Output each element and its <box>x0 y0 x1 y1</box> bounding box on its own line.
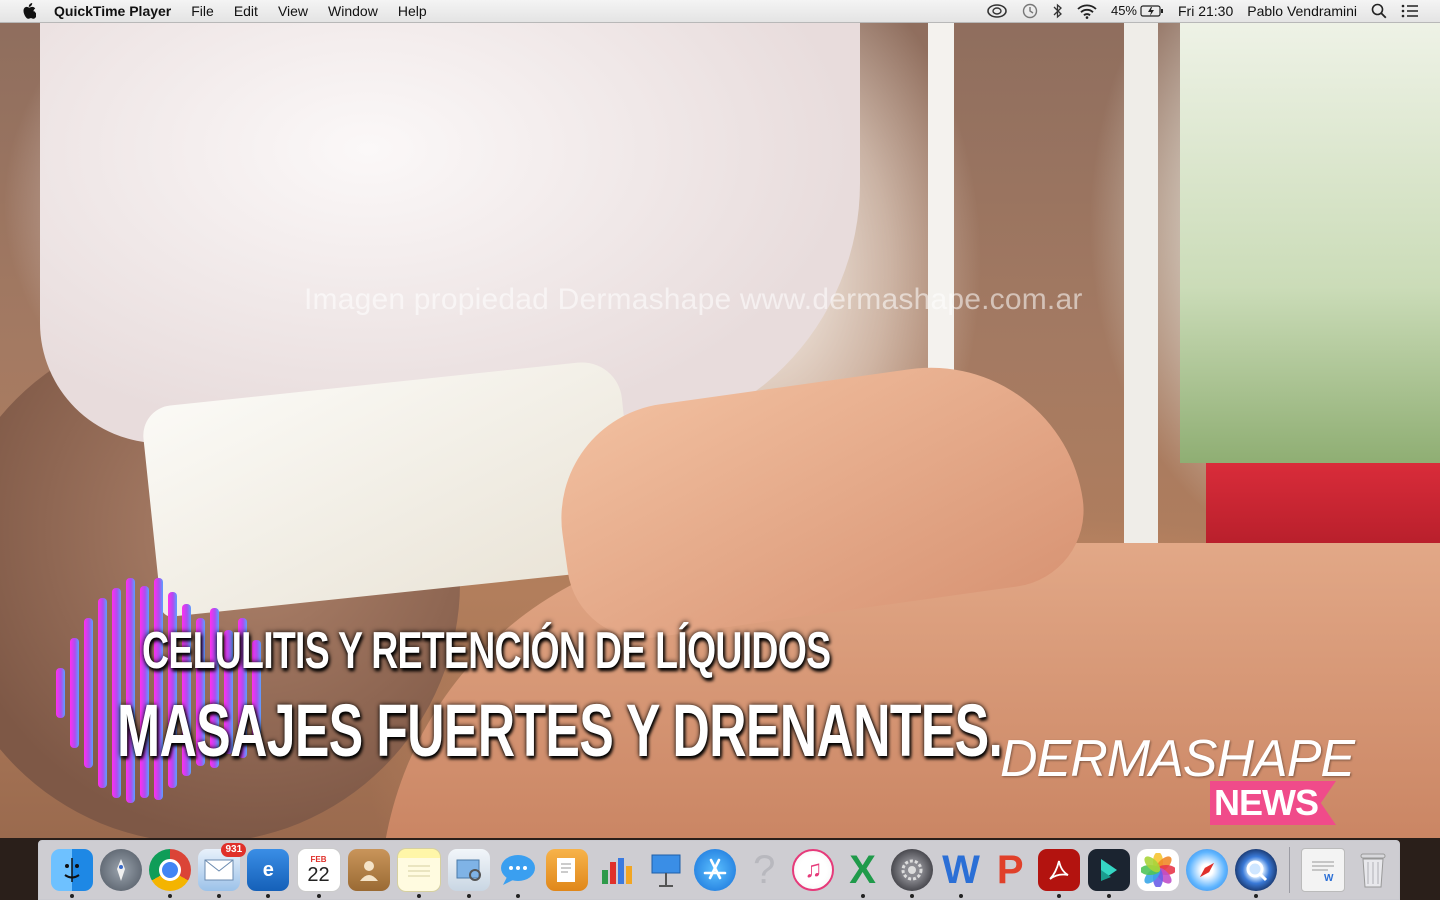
messages-icon[interactable] <box>497 849 539 898</box>
calendar-month: FEB <box>310 854 327 864</box>
mail-icon[interactable]: 931 <box>198 843 247 898</box>
menu-view[interactable]: View <box>268 0 318 22</box>
menu-app-name[interactable]: QuickTime Player <box>54 0 181 22</box>
excel-label: X <box>849 847 876 892</box>
menu-window[interactable]: Window <box>318 0 388 22</box>
word-icon[interactable]: W <box>940 847 982 898</box>
spotlight-search-icon[interactable] <box>1364 0 1394 22</box>
user-name[interactable]: Pablo Vendramini <box>1240 0 1364 22</box>
creative-cloud-icon[interactable] <box>980 0 1014 22</box>
word-label: W <box>942 847 980 892</box>
svg-text:W: W <box>1324 873 1334 883</box>
mail-badge: 931 <box>221 843 247 857</box>
preview-icon[interactable] <box>448 849 491 898</box>
contacts-icon[interactable] <box>347 849 390 891</box>
dermashape-news-logo: DERMASHAPE NEWS <box>1000 729 1360 829</box>
outlook-icon[interactable]: e <box>247 849 290 898</box>
battery-icon[interactable] <box>1140 0 1171 22</box>
quicktime-icon[interactable] <box>1235 849 1278 898</box>
pages-icon[interactable] <box>546 849 589 891</box>
app-store-icon[interactable] <box>694 849 737 891</box>
acrobat-icon[interactable] <box>1038 849 1081 898</box>
launchpad-icon[interactable] <box>99 849 142 891</box>
powerpoint-label: P <box>996 847 1024 892</box>
clock[interactable]: Fri 21:30 <box>1171 0 1240 22</box>
video-watermark: Imagen propiedad Dermashape www.dermasha… <box>304 283 1083 316</box>
safari-icon[interactable] <box>1185 849 1228 891</box>
powerpoint-icon[interactable]: P <box>989 847 1031 892</box>
brand-name: DERMASHAPE <box>1000 730 1355 788</box>
wifi-icon[interactable] <box>1070 0 1104 22</box>
trash-icon[interactable] <box>1352 849 1394 891</box>
brand-tag: NEWS <box>1210 781 1336 825</box>
question-mark-icon[interactable]: ? <box>743 847 785 892</box>
calendar-icon[interactable]: FEB 22 <box>296 848 341 898</box>
word-document-icon[interactable]: W <box>1301 848 1346 892</box>
menu-file[interactable]: File <box>181 0 224 22</box>
notification-center-icon[interactable] <box>1394 0 1426 22</box>
question-mark-label: ? <box>753 847 776 892</box>
chrome-icon[interactable] <box>148 849 191 898</box>
apple-icon[interactable] <box>18 0 40 22</box>
battery-percent: 45% <box>1110 3 1137 18</box>
video-title-main: MASAJES FUERTES Y DRENANTES. <box>117 689 1003 772</box>
dock-separator <box>1288 847 1290 893</box>
bluetooth-icon[interactable] <box>1046 0 1070 22</box>
keynote-icon[interactable] <box>645 849 687 891</box>
excel-icon[interactable]: X <box>842 847 884 898</box>
system-preferences-icon[interactable] <box>890 849 933 898</box>
menu-edit[interactable]: Edit <box>224 0 268 22</box>
time-machine-icon[interactable] <box>1014 0 1046 22</box>
dock: 931 e FEB 22 ? ♫ X W P W <box>38 840 1400 900</box>
video-scene-red-planter <box>1206 463 1440 553</box>
menu-help[interactable]: Help <box>388 0 437 22</box>
photos-icon[interactable] <box>1136 849 1179 891</box>
notes-icon[interactable] <box>396 848 441 898</box>
calendar-day: 22 <box>307 863 330 886</box>
numbers-icon[interactable] <box>596 849 638 891</box>
video-frame[interactable]: Imagen propiedad Dermashape www.dermasha… <box>0 23 1440 838</box>
video-scene-window <box>1180 23 1440 463</box>
video-subtitle-top: CELULITIS Y RETENCIÓN DE LÍQUIDOS <box>142 622 831 680</box>
filmora-icon[interactable] <box>1087 849 1130 898</box>
itunes-icon[interactable]: ♫ <box>792 849 835 891</box>
finder-icon[interactable] <box>50 849 93 898</box>
menu-bar: QuickTime Player File Edit View Window H… <box>0 0 1440 23</box>
